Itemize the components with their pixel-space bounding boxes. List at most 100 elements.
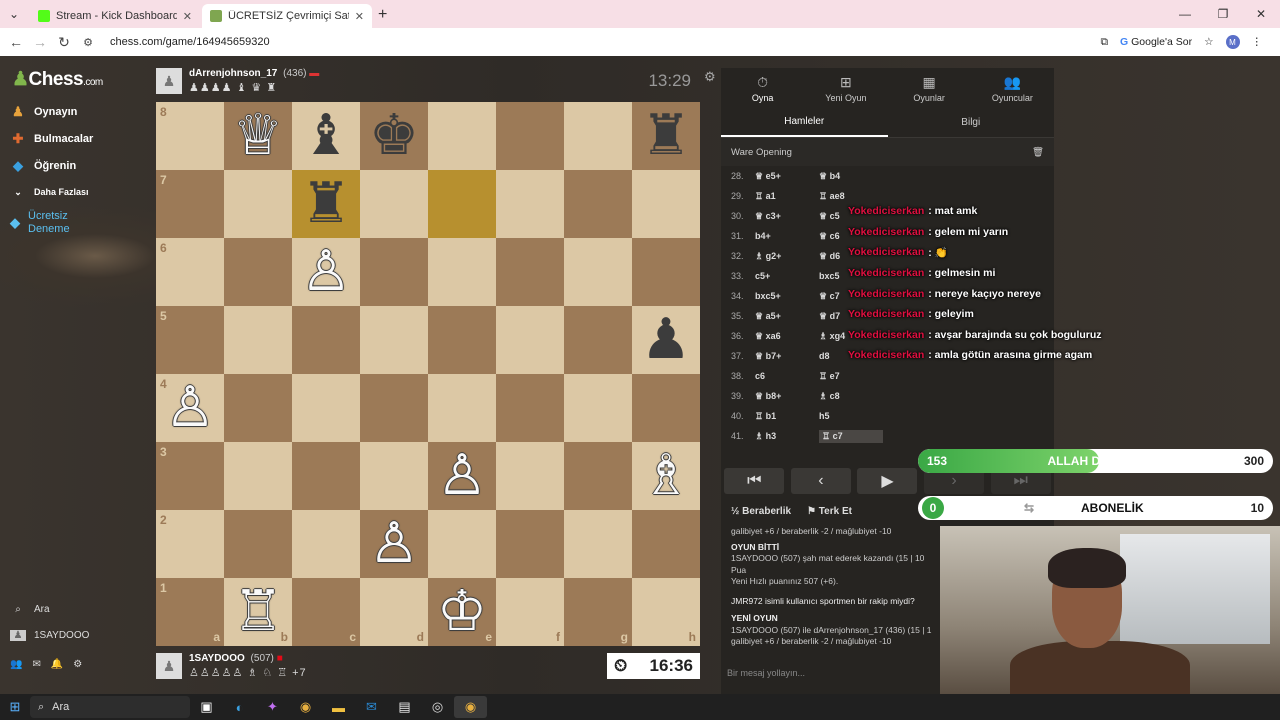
white-move[interactable]: c5+	[755, 271, 819, 281]
back-icon[interactable]: ←	[4, 34, 28, 50]
store-icon[interactable]: ▤	[388, 696, 421, 718]
square-a4[interactable]: 4 ♙	[156, 374, 224, 442]
close-tab-icon[interactable]: ✕	[183, 10, 192, 23]
white-move[interactable]: c6	[755, 371, 819, 381]
square-f6[interactable]	[496, 238, 564, 306]
minimize-icon[interactable]: —	[1166, 0, 1204, 28]
messages-icon[interactable]: ✉	[32, 659, 40, 670]
message-input[interactable]: Bir mesaj yollayın...	[721, 661, 939, 685]
chrome-icon[interactable]: ◉	[289, 696, 322, 718]
square-e1[interactable]: e ♔	[428, 578, 496, 646]
piece-black-b-icon[interactable]: ♝	[301, 102, 351, 170]
sidebar-search[interactable]: ⌕ Ara	[10, 604, 49, 615]
white-move[interactable]: ♕ xa6	[755, 331, 819, 342]
friends-icon[interactable]: 👥	[10, 659, 22, 670]
square-h6[interactable]	[632, 238, 700, 306]
url-field[interactable]: chess.com/game/164945659320	[110, 31, 1101, 53]
square-e8[interactable]	[428, 102, 496, 170]
square-b3[interactable]	[224, 442, 292, 510]
square-h3[interactable]: ♗	[632, 442, 700, 510]
board-settings-icon[interactable]: ⚙	[704, 69, 716, 85]
square-g1[interactable]: g	[564, 578, 632, 646]
square-b1[interactable]: b ♖	[224, 578, 292, 646]
sidebar-item-play[interactable]: ♟ Oynayın	[10, 104, 77, 120]
tab-players[interactable]: 👥 Oyuncular	[971, 68, 1054, 108]
sidebar-item-puzzles[interactable]: ✚ Bulmacalar	[10, 131, 94, 147]
square-a7[interactable]: 7	[156, 170, 224, 238]
edge-icon[interactable]: ◐	[223, 696, 256, 718]
piece-black-r-icon[interactable]: ♜	[301, 170, 351, 238]
square-d6[interactable]	[360, 238, 428, 306]
first-move-button[interactable]: ⏮	[724, 468, 785, 494]
browser-tab-chess[interactable]: ÜCRETSİZ Çevrimiçi Satranç Oy ✕	[202, 4, 372, 28]
menu-dots-icon[interactable]: ⋮	[1252, 36, 1263, 48]
square-e7[interactable]	[428, 170, 496, 238]
square-a3[interactable]: 3	[156, 442, 224, 510]
new-tab-button[interactable]: +	[378, 4, 387, 28]
square-b4[interactable]	[224, 374, 292, 442]
square-c3[interactable]	[292, 442, 360, 510]
install-icon[interactable]: ⧉	[1101, 36, 1109, 49]
square-g3[interactable]	[564, 442, 632, 510]
square-b7[interactable]	[224, 170, 292, 238]
square-d3[interactable]	[360, 442, 428, 510]
piece-white-b-icon[interactable]: ♗	[641, 442, 691, 510]
white-move[interactable]: b4+	[755, 231, 819, 241]
tab-games[interactable]: ▦ Oyunlar	[888, 68, 971, 108]
black-move[interactable]: ♖ ae8	[819, 191, 883, 202]
square-d4[interactable]	[360, 374, 428, 442]
square-b2[interactable]	[224, 510, 292, 578]
white-move[interactable]: ♖ b1	[755, 411, 819, 422]
avatar[interactable]: ♟	[156, 68, 182, 94]
close-window-icon[interactable]: ✕	[1242, 0, 1280, 28]
chrome-active-icon[interactable]: ◉	[454, 696, 487, 718]
restore-icon[interactable]: ❐	[1204, 0, 1242, 28]
square-h5[interactable]: ♟	[632, 306, 700, 374]
square-a5[interactable]: 5	[156, 306, 224, 374]
white-move[interactable]: ♕ b7+	[755, 351, 819, 362]
square-d5[interactable]	[360, 306, 428, 374]
forward-icon[interactable]: →	[28, 34, 52, 50]
black-move[interactable]: h5	[819, 411, 883, 421]
tab-play[interactable]: ⏱ Oyna	[721, 68, 804, 108]
tab-new-game[interactable]: ⊞ Yeni Oyun	[804, 68, 887, 108]
avatar[interactable]: ♟	[156, 653, 182, 679]
piece-white-r-icon[interactable]: ♖	[233, 578, 283, 646]
opening-name[interactable]: Ware Opening	[731, 147, 792, 158]
square-a2[interactable]: 2	[156, 510, 224, 578]
profile-avatar[interactable]: M	[1225, 35, 1240, 49]
settings-icon[interactable]: ⚙	[73, 659, 82, 670]
google-ask-button[interactable]: G Google'a Sor	[1120, 36, 1192, 48]
sidebar-user[interactable]: ♟ 1SAYDOOO	[10, 630, 89, 641]
bookmark-star-icon[interactable]: ☆	[1204, 36, 1213, 48]
trash-icon[interactable]: 🗑	[1032, 147, 1044, 158]
square-h8[interactable]: ♜	[632, 102, 700, 170]
player-name[interactable]: 1SAYDOOO	[189, 653, 245, 664]
chess-board[interactable]: 8 ♕ ♝ ♚ ♜ 7 ♜ 6 ♙ 5 ♟ 4 ♙ 3 ♙ ♗ 2 ♙ 1 a b ♖ c d e ♔ f g h	[156, 102, 700, 646]
square-d8[interactable]: ♚	[360, 102, 428, 170]
square-e4[interactable]	[428, 374, 496, 442]
white-move[interactable]: ♕ b8+	[755, 391, 819, 402]
square-h4[interactable]	[632, 374, 700, 442]
piece-black-r-icon[interactable]: ♜	[641, 102, 691, 170]
white-move[interactable]: ♖ a1	[755, 191, 819, 202]
square-f7[interactable]	[496, 170, 564, 238]
piece-white-p-icon[interactable]: ♙	[165, 374, 215, 442]
site-info-icon[interactable]: ⚙	[76, 36, 100, 49]
square-b6[interactable]	[224, 238, 292, 306]
task-view-icon[interactable]: ▣	[190, 696, 223, 718]
square-c4[interactable]	[292, 374, 360, 442]
sidebar-item-learn[interactable]: ◆ Öğrenin	[10, 158, 76, 174]
square-d1[interactable]: d	[360, 578, 428, 646]
next-move-button[interactable]: ▶	[857, 468, 918, 494]
tab-list-icon[interactable]: ⌄	[0, 0, 28, 28]
square-f3[interactable]	[496, 442, 564, 510]
sidebar-item-free-trial[interactable]: ◆ Ücretsiz Deneme	[10, 210, 80, 236]
square-a8[interactable]: 8	[156, 102, 224, 170]
prev-move-button[interactable]: ‹	[790, 468, 851, 494]
player-name[interactable]: dArrenjohnson_17	[189, 68, 277, 79]
square-e5[interactable]	[428, 306, 496, 374]
tab-moves[interactable]: Hamleler	[721, 108, 888, 137]
square-h1[interactable]: h	[632, 578, 700, 646]
piece-white-p-icon[interactable]: ♙	[369, 510, 419, 578]
